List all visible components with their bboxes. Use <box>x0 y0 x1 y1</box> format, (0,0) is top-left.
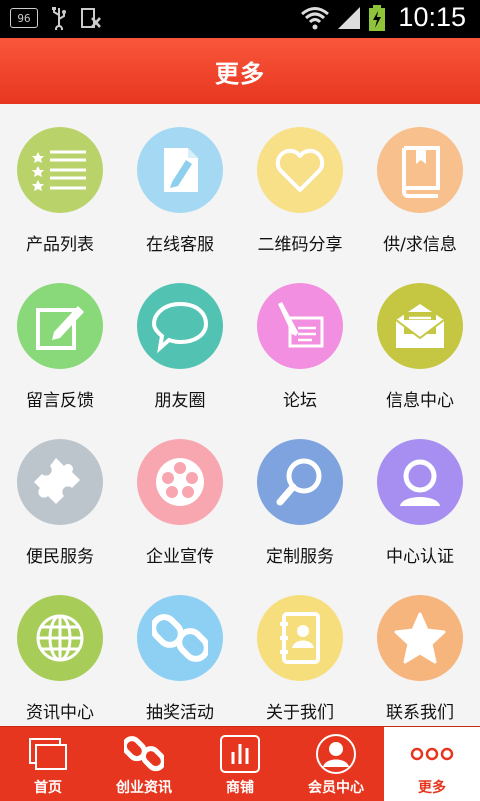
pen-paper-icon <box>257 283 343 369</box>
contact-book-icon <box>257 595 343 681</box>
edit-icon <box>17 283 103 369</box>
grid-item-label: 联系我们 <box>386 703 454 723</box>
star-icon <box>377 595 463 681</box>
grid-item-forum[interactable]: 论坛 <box>240 260 360 411</box>
book-icon <box>377 127 463 213</box>
grid-item-label: 留言反馈 <box>26 391 94 411</box>
grid-item-feedback[interactable]: 留言反馈 <box>0 260 120 411</box>
tab-label: 更多 <box>418 780 446 796</box>
grid-item-label: 资讯中心 <box>26 703 94 723</box>
bottom-tab-bar: 首页 创业资讯 商铺 会员中心 更多 <box>0 726 480 801</box>
grid-item-certification[interactable]: 中心认证 <box>360 416 480 567</box>
globe-icon <box>17 595 103 681</box>
tab-label: 商铺 <box>226 780 254 796</box>
puzzle-icon <box>17 439 103 525</box>
more-dots-icon <box>410 733 454 775</box>
grid-item-promotion[interactable]: 企业宣传 <box>120 416 240 567</box>
tab-label: 会员中心 <box>308 780 364 796</box>
mail-icon <box>377 283 463 369</box>
tab-startup-news[interactable]: 创业资讯 <box>96 727 192 801</box>
pages-icon <box>26 733 70 775</box>
feature-grid: 产品列表 在线客服 二维码分享 供/求信息 留言反馈 朋友圈 论坛 信息中心 便… <box>0 104 480 726</box>
magnifier-icon <box>257 439 343 525</box>
grid-item-label: 定制服务 <box>266 547 334 567</box>
chain-link-icon <box>137 595 223 681</box>
grid-item-label: 二维码分享 <box>257 235 343 255</box>
grid-item-qr-share[interactable]: 二维码分享 <box>240 104 360 255</box>
bar-chart-icon <box>218 733 262 775</box>
tab-shops[interactable]: 商铺 <box>192 727 288 801</box>
grid-item-custom-service[interactable]: 定制服务 <box>240 416 360 567</box>
notification-badge: 96 <box>10 8 38 28</box>
chain-icon <box>122 733 166 775</box>
document-pencil-icon <box>137 127 223 213</box>
grid-item-label: 便民服务 <box>26 547 94 567</box>
grid-item-label: 在线客服 <box>146 235 214 255</box>
grid-item-info-center[interactable]: 信息中心 <box>360 260 480 411</box>
status-bar: 96 10:15 <box>0 0 480 38</box>
tab-more[interactable]: 更多 <box>384 727 480 801</box>
wifi-icon <box>301 6 330 29</box>
grid-item-label: 产品列表 <box>26 235 94 255</box>
grid-item-contact-us[interactable]: 联系我们 <box>360 572 480 723</box>
grid-item-label: 论坛 <box>283 391 317 411</box>
grid-item-about-us[interactable]: 关于我们 <box>240 572 360 723</box>
grid-item-friends[interactable]: 朋友圈 <box>120 260 240 411</box>
grid-item-label: 抽奖活动 <box>146 703 214 723</box>
grid-item-label: 信息中心 <box>386 391 454 411</box>
usb-icon <box>52 7 66 30</box>
grid-item-label: 企业宣传 <box>146 547 214 567</box>
list-icon <box>17 127 103 213</box>
grid-item-product-list[interactable]: 产品列表 <box>0 104 120 255</box>
page-title: 更多 <box>215 59 265 88</box>
grid-item-label: 关于我们 <box>266 703 334 723</box>
grid-item-supply-demand[interactable]: 供/求信息 <box>360 104 480 255</box>
sim-blocked-icon <box>81 8 101 28</box>
grid-item-lottery[interactable]: 抽奖活动 <box>120 572 240 723</box>
grid-item-label: 供/求信息 <box>383 235 457 255</box>
film-reel-icon <box>137 439 223 525</box>
signal-icon <box>338 6 361 29</box>
title-bar: 更多 <box>0 38 480 104</box>
grid-item-label: 中心认证 <box>386 547 454 567</box>
grid-item-news-center[interactable]: 资讯中心 <box>0 572 120 723</box>
member-icon <box>314 733 358 775</box>
grid-item-label: 朋友圈 <box>154 391 206 411</box>
heart-icon <box>257 127 343 213</box>
tab-home[interactable]: 首页 <box>0 727 96 801</box>
tab-member-center[interactable]: 会员中心 <box>288 727 384 801</box>
tab-label: 创业资讯 <box>116 780 172 796</box>
user-icon <box>377 439 463 525</box>
battery-charging-icon <box>369 4 386 31</box>
chat-bubble-icon <box>137 283 223 369</box>
clock: 10:15 <box>398 2 466 32</box>
tab-label: 首页 <box>34 780 62 796</box>
grid-item-online-service[interactable]: 在线客服 <box>120 104 240 255</box>
grid-item-convenience[interactable]: 便民服务 <box>0 416 120 567</box>
